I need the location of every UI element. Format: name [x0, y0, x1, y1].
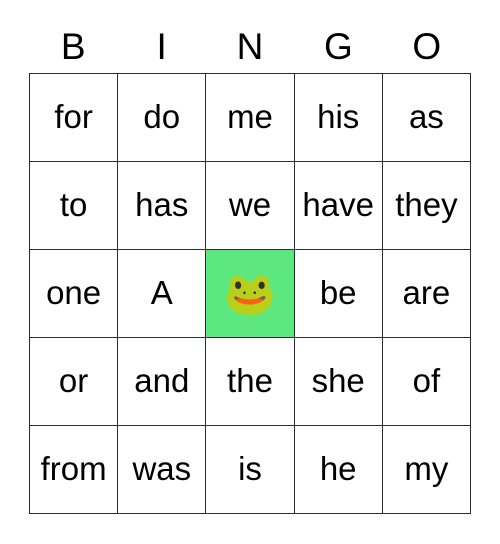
- bingo-cell-label: one: [46, 274, 102, 311]
- bingo-cell-label: my: [404, 450, 449, 487]
- bingo-cell[interactable]: for: [30, 74, 119, 162]
- bingo-cell-label: for: [54, 98, 93, 135]
- bingo-cell[interactable]: be: [294, 250, 383, 338]
- bingo-cell[interactable]: and: [118, 338, 207, 426]
- bingo-cell-label: and: [134, 362, 190, 399]
- bingo-cell[interactable]: do: [118, 74, 207, 162]
- bingo-cell[interactable]: to: [30, 162, 119, 250]
- bingo-cell-label: or: [58, 362, 89, 399]
- bingo-header-letter-o: O: [412, 26, 442, 67]
- bingo-cell-label: has: [135, 186, 189, 223]
- bingo-cell[interactable]: they: [382, 162, 471, 250]
- bingo-cell[interactable]: as: [382, 74, 471, 162]
- bingo-cell[interactable]: one: [30, 250, 119, 338]
- frog-face-icon: 🐸: [223, 269, 277, 317]
- bingo-cell[interactable]: we: [206, 162, 295, 250]
- bingo-cell-label: as: [408, 98, 444, 135]
- bingo-header-letter-n: N: [236, 26, 264, 67]
- bingo-cell-label: me: [227, 98, 273, 135]
- bingo-header-letter-i: I: [156, 26, 167, 67]
- bingo-header-letter-b: B: [60, 26, 86, 67]
- bingo-cell-label: be: [319, 274, 357, 311]
- bingo-cell-label: to: [59, 186, 88, 223]
- bingo-cell-label: are: [402, 274, 451, 311]
- bingo-cell-label: they: [395, 186, 458, 223]
- bingo-cell[interactable]: of: [382, 338, 471, 426]
- bingo-cell[interactable]: have: [294, 162, 383, 250]
- bingo-cell-label: from: [40, 450, 107, 487]
- bingo-cell-label: is: [238, 450, 262, 487]
- bingo-cell-label: the: [227, 362, 273, 399]
- bingo-cell[interactable]: he: [294, 426, 383, 514]
- bingo-cell[interactable]: she: [294, 338, 383, 426]
- bingo-cell[interactable]: are: [382, 250, 471, 338]
- bingo-cell-label: he: [319, 450, 357, 487]
- bingo-grid: for do me his as to has we have they one…: [29, 73, 471, 514]
- bingo-cell[interactable]: or: [30, 338, 119, 426]
- bingo-cell-label: his: [317, 98, 360, 135]
- bingo-cell-label: was: [132, 450, 192, 487]
- bingo-cell[interactable]: his: [294, 74, 383, 162]
- bingo-header-letter-g: G: [324, 26, 353, 67]
- bingo-free-space-cell[interactable]: 🐸: [206, 250, 295, 338]
- bingo-cell[interactable]: has: [118, 162, 207, 250]
- bingo-cell-label: have: [302, 186, 374, 223]
- bingo-cell-label: we: [228, 186, 272, 223]
- bingo-cell[interactable]: the: [206, 338, 295, 426]
- bingo-card: B I N G O for do me his as to has we hav…: [29, 20, 471, 514]
- bingo-cell[interactable]: was: [118, 426, 207, 514]
- bingo-cell[interactable]: is: [206, 426, 295, 514]
- bingo-cell[interactable]: me: [206, 74, 295, 162]
- bingo-cell-label: of: [412, 362, 441, 399]
- bingo-cell[interactable]: from: [30, 426, 119, 514]
- bingo-cell-label: A: [150, 274, 173, 311]
- bingo-cell[interactable]: A: [118, 250, 207, 338]
- bingo-cell[interactable]: my: [382, 426, 471, 514]
- bingo-header-row: B I N G O: [29, 20, 471, 73]
- bingo-cell-label: she: [311, 362, 365, 399]
- bingo-cell-label: do: [143, 98, 181, 135]
